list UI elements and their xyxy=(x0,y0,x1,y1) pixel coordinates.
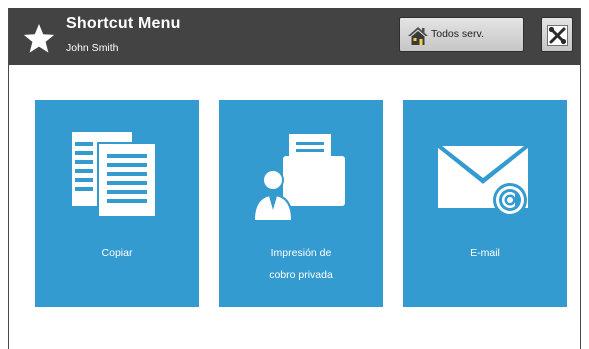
private-print-icon xyxy=(253,134,345,220)
all-services-button[interactable]: Todos serv. xyxy=(399,17,524,52)
star-icon xyxy=(23,24,55,53)
copy-icon xyxy=(72,132,157,218)
screen-frame: Shortcut Menu John Smith Todos serv. Cop… xyxy=(8,8,581,349)
private-print-label-line2: cobro privada xyxy=(269,269,333,281)
user-name: John Smith xyxy=(66,42,119,54)
private-print-label-line1: Impresión de xyxy=(270,247,332,259)
email-tile[interactable]: E-mail xyxy=(403,100,567,307)
email-icon xyxy=(437,144,529,217)
all-services-label: Todos serv. xyxy=(431,28,484,40)
tools-icon xyxy=(547,25,568,46)
copy-tile-label: Copiar xyxy=(101,247,133,259)
copy-tile[interactable]: Copiar xyxy=(35,100,199,307)
email-tile-label: E-mail xyxy=(470,247,500,259)
private-print-tile[interactable]: Impresión de cobro privada xyxy=(219,100,383,307)
header-bar: Shortcut Menu John Smith Todos serv. xyxy=(9,8,580,65)
home-icon xyxy=(408,27,428,45)
tools-button[interactable] xyxy=(541,17,573,52)
page-title: Shortcut Menu xyxy=(66,15,181,32)
